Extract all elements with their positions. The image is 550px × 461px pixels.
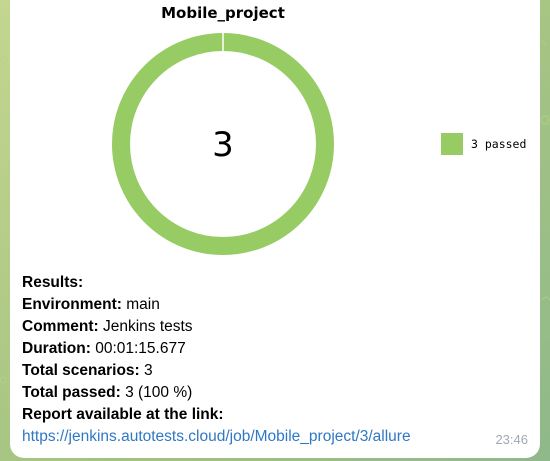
chart-title: Mobile_project bbox=[161, 4, 285, 22]
report-link[interactable]: https://jenkins.autotests.cloud/job/Mobi… bbox=[22, 428, 411, 445]
message-timestamp: 23:46 bbox=[495, 432, 528, 447]
results-text: Results: Environment: main Comment: Jenk… bbox=[22, 272, 522, 448]
comment-label: Comment: bbox=[22, 318, 99, 335]
legend-label: 3 passed bbox=[471, 137, 526, 151]
total-passed-value: 3 (100 %) bbox=[125, 384, 193, 401]
environment-line: Environment: main bbox=[22, 294, 522, 316]
comment-value: Jenkins tests bbox=[102, 318, 193, 335]
chart-center-label: 3 bbox=[212, 125, 234, 165]
duration-label: Duration: bbox=[22, 340, 91, 357]
message-bubble: Mobile_project 3 3 passed Results: Environ… bbox=[10, 0, 540, 458]
duration-line: Duration: 00:01:15.677 bbox=[22, 338, 522, 360]
allure-pie-chart: Mobile_project 3 3 passed bbox=[10, 0, 540, 262]
total-scenarios-value: 3 bbox=[144, 362, 153, 379]
duration-value: 00:01:15.677 bbox=[95, 340, 186, 357]
total-passed-line: Total passed: 3 (100 %) bbox=[22, 382, 522, 404]
report-link-line: https://jenkins.autotests.cloud/job/Mobi… bbox=[22, 426, 522, 448]
legend-swatch bbox=[441, 133, 463, 155]
report-line: Report available at the link: bbox=[22, 404, 522, 426]
comment-line: Comment: Jenkins tests bbox=[22, 316, 522, 338]
total-passed-label: Total passed: bbox=[22, 384, 121, 401]
report-label: Report available at the link: bbox=[22, 406, 224, 423]
environment-value: main bbox=[126, 296, 160, 313]
results-heading: Results: bbox=[22, 272, 522, 294]
environment-label: Environment: bbox=[22, 296, 122, 313]
total-scenarios-line: Total scenarios: 3 bbox=[22, 360, 522, 382]
total-scenarios-label: Total scenarios: bbox=[22, 362, 140, 379]
chart-canvas: Mobile_project 3 3 passed bbox=[112, 4, 526, 255]
results-heading-text: Results: bbox=[22, 274, 84, 291]
